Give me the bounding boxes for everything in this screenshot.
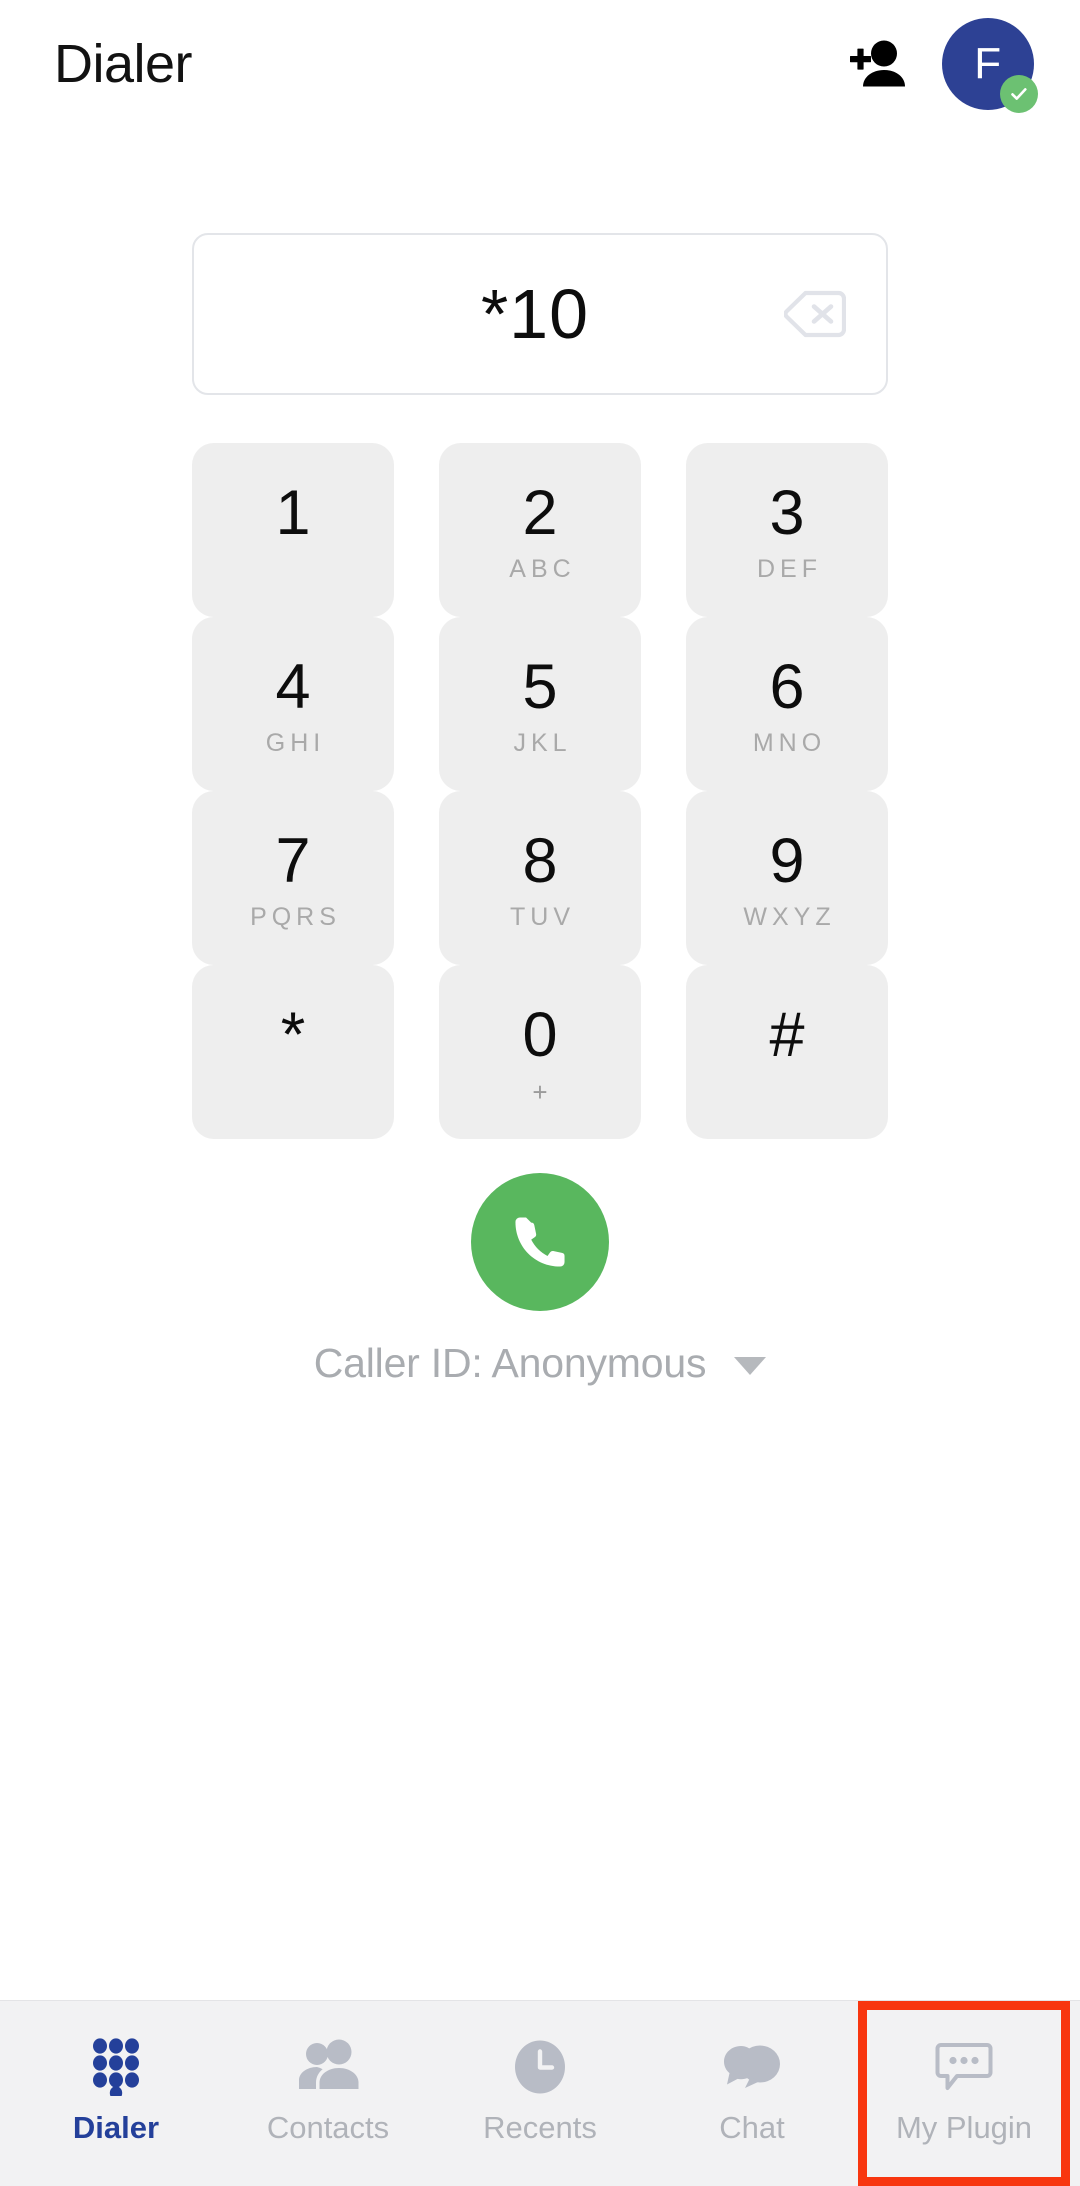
keypad-key-digit: 7	[275, 825, 311, 896]
person-add-icon	[850, 37, 908, 91]
phone-number-input[interactable]: *10	[192, 233, 888, 395]
nav-item-chat[interactable]: Chat	[646, 2001, 858, 2186]
dialer-main: *10 1 2 ABC 3 DEF 4 GHI 5 JKL 6 MNO 7 PQ…	[0, 128, 1080, 2000]
keypad-key-hash[interactable]: #	[686, 965, 888, 1139]
keypad-key-0[interactable]: 0 +	[439, 965, 641, 1139]
keypad-key-digit: 9	[769, 825, 805, 896]
keypad-key-digit: 8	[522, 825, 558, 896]
keypad-dots-icon	[91, 2036, 141, 2098]
keypad-key-letters: JKL	[513, 728, 572, 757]
nav-item-recents[interactable]: Recents	[434, 2001, 646, 2186]
nav-item-contacts[interactable]: Contacts	[222, 2001, 434, 2186]
keypad-key-letters: WXYZ	[743, 902, 836, 931]
keypad-key-letters: MNO	[752, 728, 827, 757]
keypad-key-digit: 5	[522, 651, 558, 722]
people-icon	[297, 2036, 359, 2098]
keypad-key-digit: 1	[275, 477, 311, 548]
keypad-key-letters: GHI	[265, 728, 326, 757]
nav-item-label: Dialer	[72, 2110, 160, 2145]
keypad-key-letters: ABC	[509, 554, 576, 583]
chat-bubbles-icon	[721, 2036, 783, 2098]
keypad-key-digit: #	[769, 999, 805, 1070]
nav-item-my-plugin[interactable]: My Plugin	[858, 2001, 1070, 2186]
keypad-key-letters: TUV	[510, 902, 575, 931]
keypad-key-digit: 4	[275, 651, 311, 722]
phone-icon	[509, 1211, 571, 1273]
nav-item-dialer[interactable]: Dialer	[10, 2001, 222, 2186]
call-button[interactable]	[471, 1173, 609, 1311]
caller-id-selector[interactable]: Caller ID: Anonymous	[314, 1343, 767, 1384]
keypad-key-4[interactable]: 4 GHI	[192, 617, 394, 791]
clock-icon	[511, 2036, 569, 2098]
keypad-key-7[interactable]: 7 PQRS	[192, 791, 394, 965]
keypad-key-1[interactable]: 1	[192, 443, 394, 617]
nav-item-label: Recents	[483, 2110, 597, 2145]
dialer-app-screen: Dialer F *10 1 2 ABC 3 DEF 4 GHI 5 JKL 6…	[0, 0, 1080, 2186]
add-contact-button[interactable]	[840, 25, 918, 103]
keypad-key-2[interactable]: 2 ABC	[439, 443, 641, 617]
keypad-key-letters: PQRS	[250, 902, 341, 931]
keypad-key-letters: +	[532, 1076, 548, 1107]
keypad-key-3[interactable]: 3 DEF	[686, 443, 888, 617]
keypad-key-9[interactable]: 9 WXYZ	[686, 791, 888, 965]
keypad-key-letters: DEF	[757, 554, 822, 583]
message-dots-icon	[935, 2036, 993, 2098]
keypad-key-digit: *	[280, 999, 306, 1070]
keypad-key-star[interactable]: *	[192, 965, 394, 1139]
check-icon	[1008, 83, 1030, 105]
keypad-key-digit: 6	[769, 651, 805, 722]
page-title: Dialer	[54, 34, 193, 94]
caller-id-label: Caller ID: Anonymous	[313, 1340, 707, 1386]
phone-number-value: *10	[480, 275, 590, 353]
keypad-key-5[interactable]: 5 JKL	[439, 617, 641, 791]
bottom-navigation: Dialer Contacts Recents Chat My Plugin	[0, 2000, 1080, 2186]
avatar-status-badge	[1000, 75, 1038, 113]
app-header: Dialer F	[0, 0, 1080, 128]
keypad-key-digit: 2	[522, 477, 558, 548]
nav-item-label: My Plugin	[895, 2110, 1033, 2145]
nav-item-label: Contacts	[266, 2110, 390, 2145]
keypad-key-digit: 0	[522, 999, 558, 1070]
nav-item-label: Chat	[719, 2110, 785, 2145]
keypad: 1 2 ABC 3 DEF 4 GHI 5 JKL 6 MNO 7 PQRS 8…	[192, 443, 888, 1139]
keypad-key-6[interactable]: 6 MNO	[686, 617, 888, 791]
backspace-icon	[784, 289, 846, 339]
chevron-down-icon	[734, 1356, 767, 1375]
keypad-key-digit: 3	[769, 477, 805, 548]
backspace-button[interactable]	[778, 283, 852, 345]
keypad-key-8[interactable]: 8 TUV	[439, 791, 641, 965]
avatar[interactable]: F	[942, 18, 1038, 113]
